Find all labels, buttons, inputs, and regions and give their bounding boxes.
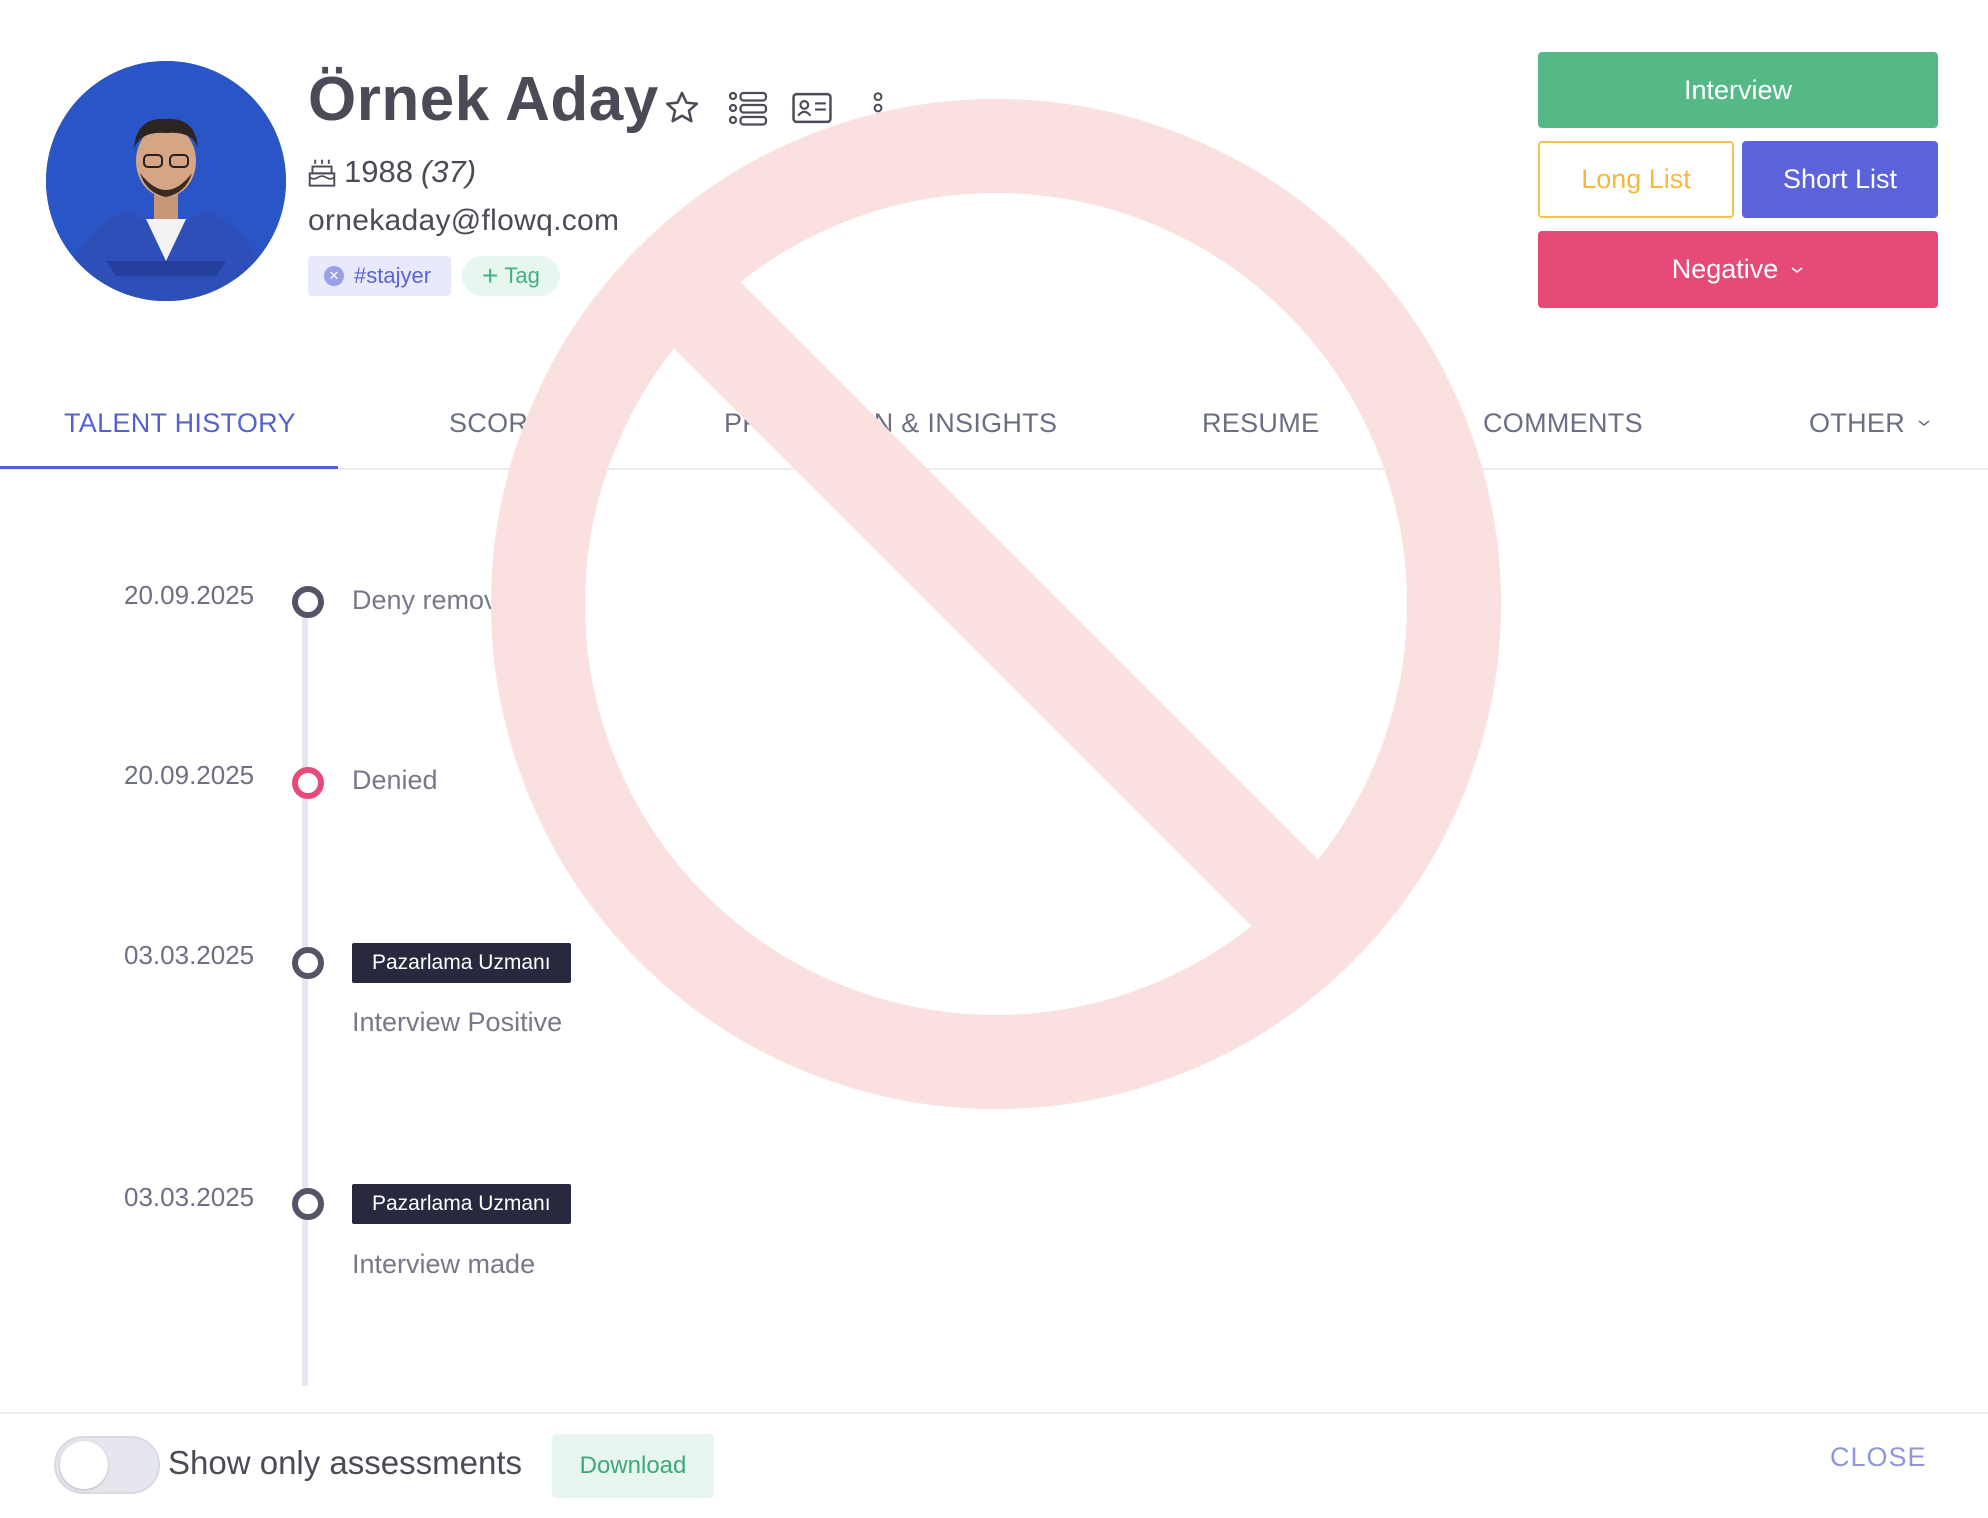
tab-other[interactable]: OTHER (1809, 376, 1931, 470)
timeline-date: 20.09.2025 (124, 760, 255, 790)
birth-year: 1988 (344, 154, 413, 189)
short-list-button[interactable]: Short List (1742, 141, 1938, 218)
timeline-text: Denied (352, 765, 438, 795)
negative-label: Negative (1671, 254, 1779, 284)
long-list-button[interactable]: Long List (1538, 141, 1734, 218)
birth-info: 1988 (37) (308, 154, 476, 190)
negative-button[interactable]: Negative (1538, 231, 1938, 308)
tab-other-label: OTHER (1809, 407, 1905, 438)
interview-button[interactable]: Interview (1538, 52, 1938, 128)
position-badge: Pazarlama Uzmanı (352, 943, 571, 983)
timeline-text: Interview Positive (352, 1007, 563, 1037)
toggle-knob (60, 1441, 108, 1489)
position-badge: Pazarlama Uzmanı (352, 1184, 571, 1224)
tab-talent-history[interactable]: TALENT HISTORY (64, 376, 296, 470)
tab-bar: TALENT HISTORY SCORES PREDICTION & INSIG… (0, 376, 1988, 470)
timeline-text: Deny removed (352, 585, 528, 615)
candidate-name: Örnek Aday (308, 65, 659, 134)
timeline-text: Interview made (352, 1249, 536, 1279)
assessments-toggle[interactable] (54, 1436, 160, 1494)
toggle-label: Show only assessments (168, 1444, 522, 1481)
timeline-date: 03.03.2025 (124, 1182, 255, 1212)
id-card-icon[interactable] (790, 86, 834, 130)
tag-chip: ✕ #stajyer (308, 256, 452, 296)
tab-resume[interactable]: RESUME (1202, 376, 1319, 470)
footer-bar: Show only assessments Download CLOSE (0, 1412, 1988, 1518)
star-icon[interactable] (660, 86, 704, 130)
list-people-icon[interactable] (726, 86, 770, 130)
add-tag-button[interactable]: + Tag (462, 256, 560, 296)
timeline-dot (292, 947, 324, 979)
birthday-cake-icon (308, 159, 336, 187)
timeline-dot (292, 1188, 324, 1220)
download-button[interactable]: Download (552, 1434, 714, 1498)
timeline-line (302, 600, 308, 1386)
close-button[interactable]: CLOSE (1830, 1442, 1927, 1473)
tag-label: #stajyer (354, 263, 432, 288)
tab-comments[interactable]: COMMENTS (1483, 376, 1643, 470)
more-vertical-icon[interactable] (856, 86, 900, 130)
chevron-down-icon (1791, 266, 1803, 273)
remove-tag-icon[interactable]: ✕ (324, 266, 344, 286)
candidate-email: ornekaday@flowq.com (308, 204, 620, 237)
avatar (46, 61, 286, 301)
timeline-date: 03.03.2025 (124, 940, 255, 970)
active-tab-indicator (0, 466, 338, 469)
plus-icon: + (482, 260, 499, 291)
age: (37) (420, 154, 477, 189)
candidate-header: Örnek Aday 1988 (37) ornekaday@flowq.com… (0, 0, 1988, 360)
add-tag-label: Tag (504, 263, 540, 288)
tab-scores[interactable]: SCORES (449, 376, 565, 470)
timeline-dot-denied (292, 767, 324, 799)
tab-prediction-insights[interactable]: PREDICTION & INSIGHTS (724, 376, 1057, 470)
timeline-date: 20.09.2025 (124, 580, 255, 610)
chevron-down-icon (1918, 420, 1930, 426)
timeline-dot (292, 586, 324, 618)
